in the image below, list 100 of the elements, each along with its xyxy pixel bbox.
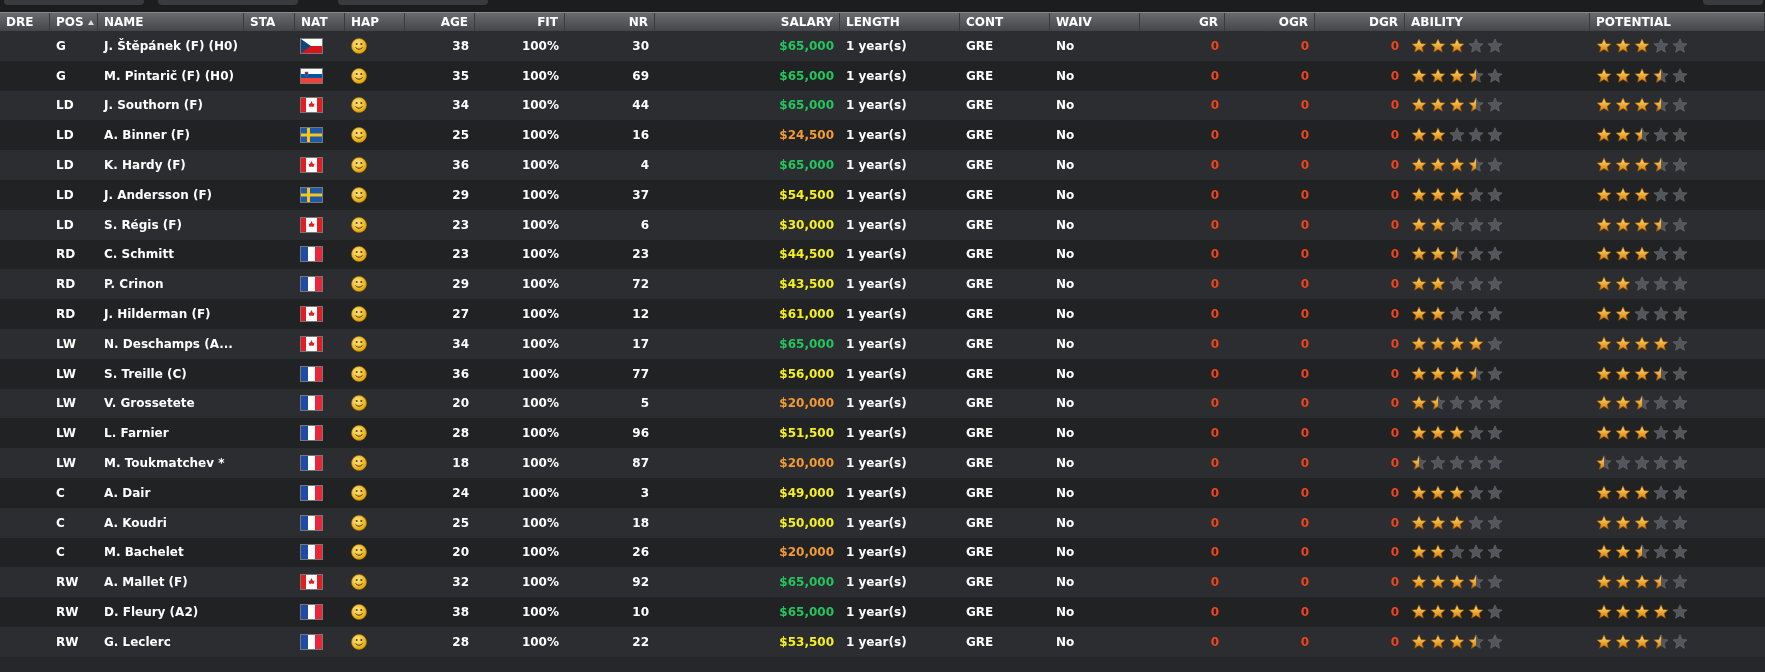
position-cell-text: C bbox=[56, 514, 65, 532]
empty-star-icon bbox=[1672, 186, 1688, 203]
dgr-cell-text: 0 bbox=[1390, 216, 1399, 234]
ogr-cell-text: 0 bbox=[1300, 335, 1309, 353]
table-row[interactable]: LD A. Binner (F) 25 100% 16 $24,500 1 year(s) GRE No 0 0 0 bbox=[0, 120, 1765, 151]
ogr-cell-text: 0 bbox=[1300, 127, 1309, 145]
length-cell-text: 1 year(s) bbox=[846, 604, 907, 622]
empty-star-icon bbox=[1672, 514, 1688, 531]
star-icon bbox=[1615, 574, 1631, 591]
star-icon bbox=[1596, 216, 1612, 233]
table-row[interactable]: RD J. Hilderman (F) 27 100% 12 $61,000 1 year(s) GRE No 0 0 0 bbox=[0, 299, 1765, 329]
player-name: J. Southorn (F) bbox=[104, 97, 203, 115]
salary-cell-text: $51,500 bbox=[779, 425, 834, 443]
fitness-cell-text: 100% bbox=[521, 306, 559, 324]
gr-cell-text: 0 bbox=[1210, 484, 1219, 502]
age-cell-text: 27 bbox=[452, 306, 469, 324]
length-cell-text: 1 year(s) bbox=[846, 484, 907, 502]
waiver-cell-text: No bbox=[1056, 246, 1075, 264]
star-icon bbox=[1653, 335, 1669, 352]
length-cell-text: 1 year(s) bbox=[846, 455, 907, 473]
player-name: M. Toukmatchev * bbox=[104, 455, 225, 473]
table-row[interactable]: LD J. Andersson (F) 29 100% 37 $54,500 1 year(s) GRE No 0 0 0 bbox=[0, 180, 1765, 210]
table-row[interactable]: G M. Pintarič (F) (H0) 35 100% 69 $65,000 1 year(s) GRE No 0 0 0 bbox=[0, 60, 1765, 91]
length-cell-text: 1 year(s) bbox=[846, 335, 907, 353]
empty-star-icon bbox=[1634, 276, 1650, 293]
empty-star-icon bbox=[1487, 276, 1503, 293]
table-row[interactable]: RW D. Fleury (A2) 38 100% 10 $65,000 1 year(s) GRE No 0 0 0 bbox=[0, 597, 1765, 627]
empty-star-icon bbox=[1449, 544, 1465, 561]
number-cell-text: 17 bbox=[632, 335, 649, 353]
table-row[interactable]: LW V. Grossetete 20 100% 5 $20,000 1 year(s) GRE No 0 0 0 bbox=[0, 388, 1765, 419]
number-cell-text: 92 bbox=[632, 574, 649, 592]
star-icon bbox=[1468, 604, 1484, 621]
table-row[interactable]: C A. Dair 24 100% 3 $49,000 1 year(s) GRE No 0 0 0 bbox=[0, 477, 1765, 508]
dgr-cell-text: 0 bbox=[1390, 574, 1399, 592]
table-row[interactable]: LD S. Régis (F) 23 100% 6 $30,000 1 year(s) GRE No 0 0 0 bbox=[0, 209, 1765, 240]
star-icon bbox=[1430, 425, 1446, 442]
waiver-cell-text: No bbox=[1056, 574, 1075, 592]
table-row[interactable]: LW M. Toukmatchev * 18 100% 87 $20,000 1 year(s) GRE No 0 0 0 bbox=[0, 448, 1765, 478]
star-icon bbox=[1596, 514, 1612, 531]
player-name: M. Bachelet bbox=[104, 544, 184, 562]
star-icon bbox=[1430, 335, 1446, 352]
table-row[interactable]: RD P. Crinon 29 100% 72 $43,500 1 year(s) GRE No 0 0 0 bbox=[0, 269, 1765, 300]
star-icon bbox=[1615, 395, 1631, 412]
table-row[interactable]: LW N. Deschamps (A... 34 100% 17 $65,000 1 year(s) GRE No 0 0 0 bbox=[0, 328, 1765, 359]
star-icon bbox=[1430, 67, 1446, 84]
smiley-icon bbox=[351, 186, 367, 203]
salary-cell-text: $65,000 bbox=[779, 574, 834, 592]
smiley-icon bbox=[351, 455, 367, 472]
dgr-cell-text: 0 bbox=[1390, 335, 1399, 353]
half-star-icon bbox=[1468, 97, 1484, 114]
fitness-cell-text: 100% bbox=[521, 37, 559, 55]
empty-star-icon bbox=[1487, 633, 1503, 650]
table-row[interactable]: RW A. Mallet (F) 32 100% 92 $65,000 1 year(s) GRE No 0 0 0 bbox=[0, 567, 1765, 598]
empty-star-icon bbox=[1672, 246, 1688, 263]
empty-star-icon bbox=[1672, 216, 1688, 233]
empty-star-icon bbox=[1487, 365, 1503, 382]
contract-cell-text: GRE bbox=[966, 604, 994, 622]
waiver-cell-text: No bbox=[1056, 37, 1075, 55]
star-icon bbox=[1596, 37, 1612, 54]
table-row[interactable]: LD J. Southorn (F) 34 100% 44 $65,000 1 year(s) GRE No 0 0 0 bbox=[0, 90, 1765, 121]
position-cell-text: LW bbox=[56, 365, 76, 383]
age-cell-text: 23 bbox=[452, 216, 469, 234]
table-row[interactable]: RD C. Schmitt 23 100% 23 $44,500 1 year(s) GRE No 0 0 0 bbox=[0, 239, 1765, 270]
star-icon bbox=[1615, 37, 1631, 54]
star-icon bbox=[1634, 246, 1650, 263]
table-row[interactable]: RW G. Leclerc 28 100% 22 $53,500 1 year(s) GRE No 0 0 0 bbox=[0, 626, 1765, 657]
fitness-cell-text: 100% bbox=[521, 186, 559, 204]
table-row[interactable]: G J. Štěpánek (F) (H0) 38 100% 30 $65,000 1 year(s) GRE No 0 0 0 bbox=[0, 31, 1765, 61]
star-icon bbox=[1615, 157, 1631, 174]
star-icon bbox=[1449, 425, 1465, 442]
empty-star-icon bbox=[1653, 455, 1669, 472]
star-icon bbox=[1615, 604, 1631, 621]
empty-star-icon bbox=[1468, 425, 1484, 442]
position-cell-text: G bbox=[56, 37, 66, 55]
dgr-cell-text: 0 bbox=[1390, 276, 1399, 294]
player-name: A. Dair bbox=[104, 484, 151, 502]
length-cell-text: 1 year(s) bbox=[846, 37, 907, 55]
contract-cell-text: GRE bbox=[966, 306, 994, 324]
smiley-icon bbox=[351, 67, 367, 84]
half-star-icon bbox=[1468, 157, 1484, 174]
empty-star-icon bbox=[1449, 395, 1465, 412]
position-cell-text: RD bbox=[56, 306, 76, 324]
smiley-icon bbox=[351, 544, 367, 561]
gr-cell-text: 0 bbox=[1210, 544, 1219, 562]
table-row[interactable]: LD K. Hardy (F) 36 100% 4 $65,000 1 year(s) GRE No 0 0 0 bbox=[0, 150, 1765, 180]
table-row[interactable]: C A. Koudri 25 100% 18 $50,000 1 year(s) GRE No 0 0 0 bbox=[0, 507, 1765, 538]
star-icon bbox=[1449, 514, 1465, 531]
contract-cell-text: GRE bbox=[966, 574, 994, 592]
empty-star-icon bbox=[1672, 127, 1688, 144]
table-row[interactable]: LW S. Treille (C) 36 100% 77 $56,000 1 year(s) GRE No 0 0 0 bbox=[0, 358, 1765, 389]
empty-star-icon bbox=[1653, 306, 1669, 323]
empty-star-icon bbox=[1653, 514, 1669, 531]
empty-star-icon bbox=[1615, 455, 1631, 472]
table-row[interactable]: LW L. Farnier 28 100% 96 $51,500 1 year(s) GRE No 0 0 0 bbox=[0, 418, 1765, 449]
gr-cell-text: 0 bbox=[1210, 574, 1219, 592]
star-icon bbox=[1615, 514, 1631, 531]
half-star-icon bbox=[1411, 455, 1427, 472]
number-cell-text: 5 bbox=[640, 395, 649, 413]
table-row[interactable]: C M. Bachelet 20 100% 26 $20,000 1 year(s) GRE No 0 0 0 bbox=[0, 537, 1765, 568]
empty-star-icon bbox=[1449, 306, 1465, 323]
